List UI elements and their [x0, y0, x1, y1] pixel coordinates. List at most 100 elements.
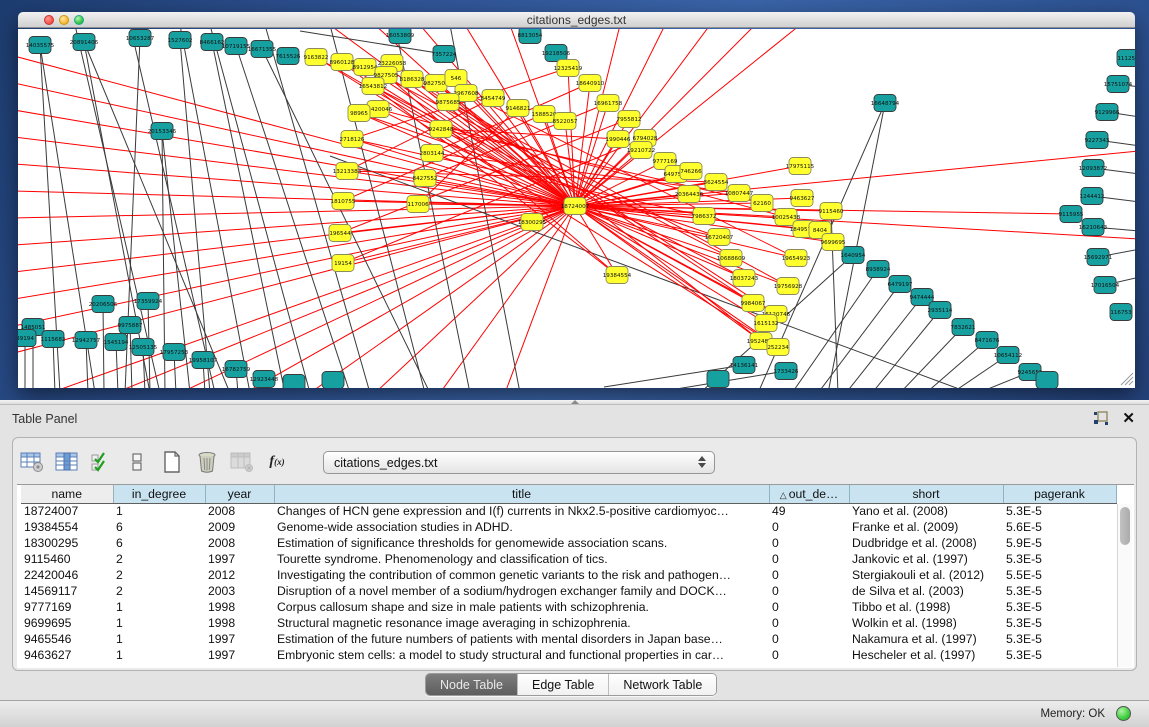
svg-text:19218506: 19218506	[542, 51, 571, 57]
table-select-value: citations_edges.txt	[334, 456, 438, 470]
svg-text:9115460: 9115460	[819, 209, 844, 215]
svg-text:9875685: 9875685	[436, 100, 461, 106]
column-header-short[interactable]: short	[849, 485, 1003, 503]
svg-text:9242848: 9242848	[429, 127, 454, 133]
table-scrollbar-thumb[interactable]	[1120, 507, 1130, 545]
svg-text:9984067: 9984067	[741, 301, 766, 307]
svg-text:19154: 19154	[334, 261, 352, 267]
svg-text:7615526: 7615526	[276, 54, 301, 60]
svg-text:8466162: 8466162	[200, 40, 225, 46]
svg-text:17359924: 17359924	[134, 299, 163, 305]
svg-text:62160: 62160	[753, 201, 771, 207]
tab-network-table[interactable]: Network Table	[609, 674, 716, 695]
table-select-dropdown[interactable]: citations_edges.txt	[323, 451, 715, 474]
graph-node[interactable]	[707, 371, 729, 388]
svg-text:14136141: 14136141	[730, 363, 759, 369]
table-row[interactable]: 969969511998Structural magnetic resonanc…	[21, 615, 1116, 631]
svg-text:7832621: 7832621	[951, 325, 976, 331]
svg-text:9146821: 9146821	[506, 106, 531, 112]
svg-text:1527602: 1527602	[168, 38, 193, 44]
column-header-pagerank[interactable]: pagerank	[1003, 485, 1116, 503]
svg-text:117006: 117006	[407, 202, 429, 208]
table-panel-body: f(x) citations_edges.txt namein_degreeye…	[12, 437, 1137, 671]
svg-text:18037243: 18037243	[730, 276, 759, 282]
svg-text:12942757: 12942757	[72, 338, 101, 344]
svg-text:39194: 39194	[18, 336, 34, 342]
tab-node-table[interactable]: Node Table	[426, 674, 518, 695]
window-titlebar[interactable]: citations_edges.txt	[18, 12, 1135, 28]
table-row[interactable]: 946554611997Estimation of the future num…	[21, 631, 1116, 647]
svg-text:9129966: 9129966	[1095, 110, 1120, 116]
delete-icon[interactable]	[194, 448, 220, 476]
select-columns-icon[interactable]	[54, 448, 80, 476]
table-settings-icon[interactable]	[19, 448, 45, 476]
select-all-check-icon[interactable]	[89, 448, 115, 476]
table-row[interactable]: 1938455462009Genome-wide association stu…	[21, 519, 1116, 535]
resize-grip-icon[interactable]	[1121, 373, 1133, 385]
table-row[interactable]: 1456911722003Disruption of a novel membe…	[21, 583, 1116, 599]
graph-node[interactable]	[283, 375, 305, 389]
svg-text:20364436: 20364436	[675, 192, 704, 198]
svg-text:1640954: 1640954	[841, 253, 866, 259]
column-header-title[interactable]: title	[274, 485, 769, 503]
column-header-name[interactable]: name	[21, 485, 113, 503]
svg-text:2803144: 2803144	[420, 151, 445, 157]
svg-text:16543812: 16543812	[359, 84, 387, 90]
svg-text:196544: 196544	[329, 231, 351, 237]
svg-text:19654923: 19654923	[782, 256, 811, 262]
svg-text:19384554: 19384554	[603, 273, 632, 279]
close-panel-icon[interactable]: ✕	[1122, 409, 1135, 427]
svg-text:9115955: 9115955	[1059, 212, 1084, 218]
table-toolbar: f(x) citations_edges.txt	[19, 444, 715, 480]
svg-text:7955812: 7955812	[617, 117, 642, 123]
svg-text:116753: 116753	[1110, 310, 1132, 316]
rows-icon[interactable]	[124, 448, 150, 476]
table-row[interactable]: 946362711997Embryonic stem cells: a mode…	[21, 647, 1116, 663]
cytoscape-desktop: citations_edges.txt 14035575208914061065…	[0, 0, 1149, 400]
table-row[interactable]: 1830029562008Estimation of significance …	[21, 535, 1116, 551]
table-panel: Table Panel ✕	[0, 405, 1149, 700]
divider-grip-icon[interactable]	[571, 400, 579, 404]
network-view-window[interactable]: citations_edges.txt 14035575208914061065…	[18, 12, 1135, 388]
network-canvas[interactable]: 1403557520891406106532871527602846616210…	[18, 29, 1135, 388]
memory-status-label: Memory: OK	[1040, 708, 1105, 720]
svg-text:8912954: 8912954	[353, 65, 378, 71]
svg-text:1545194: 1545194	[104, 340, 129, 346]
table-row[interactable]: 911546021997Tourette syndrome. Phenomeno…	[21, 551, 1116, 567]
svg-text:10719155: 10719155	[222, 44, 251, 50]
column-header-outde[interactable]: △out_de…	[769, 485, 849, 503]
table-row[interactable]: 977716911998Corpus callosum shape and si…	[21, 599, 1116, 615]
svg-text:1588520: 1588520	[532, 112, 557, 118]
attribute-table[interactable]: namein_degreeyeartitle△out_de…shortpager…	[17, 484, 1134, 668]
svg-text:111257: 111257	[1117, 56, 1135, 62]
column-header-year[interactable]: year	[205, 485, 274, 503]
svg-text:18640910: 18640910	[576, 81, 605, 87]
memory-ok-indicator-icon[interactable]	[1116, 706, 1131, 721]
svg-text:10654112: 10654112	[994, 353, 1022, 359]
table-row[interactable]: 2242004622012Investigating the contribut…	[21, 567, 1116, 583]
svg-text:16671355: 16671355	[248, 47, 277, 53]
table-row[interactable]: 1872400712008Changes of HCN gene express…	[21, 503, 1116, 519]
graph-node[interactable]	[322, 372, 344, 389]
svg-text:1810755: 1810755	[331, 199, 356, 205]
new-document-icon[interactable]	[159, 448, 185, 476]
graph-node[interactable]	[1036, 372, 1058, 389]
svg-text:14035575: 14035575	[26, 43, 55, 49]
function-icon[interactable]: f(x)	[264, 448, 290, 476]
svg-text:20206506: 20206506	[89, 302, 118, 308]
table-scrollbar[interactable]	[1117, 504, 1132, 667]
svg-text:10688609: 10688609	[717, 256, 746, 262]
table-type-tabs: Node Table Edge Table Network Table	[425, 673, 717, 696]
column-header-indegree[interactable]: in_degree	[113, 485, 205, 503]
svg-text:9163822: 9163822	[304, 55, 329, 61]
svg-text:2935114: 2935114	[928, 308, 953, 314]
float-panel-icon[interactable]	[1093, 411, 1109, 426]
svg-text:8186328: 8186328	[400, 77, 425, 83]
stepper-icon	[698, 456, 706, 468]
tab-edge-table[interactable]: Edge Table	[518, 674, 609, 695]
svg-text:19756928: 19756928	[774, 284, 803, 290]
svg-text:20153346: 20153346	[148, 129, 177, 135]
svg-text:9463627: 9463627	[790, 196, 815, 202]
svg-text:1990446: 1990446	[606, 137, 631, 143]
svg-text:19210722: 19210722	[627, 148, 655, 154]
